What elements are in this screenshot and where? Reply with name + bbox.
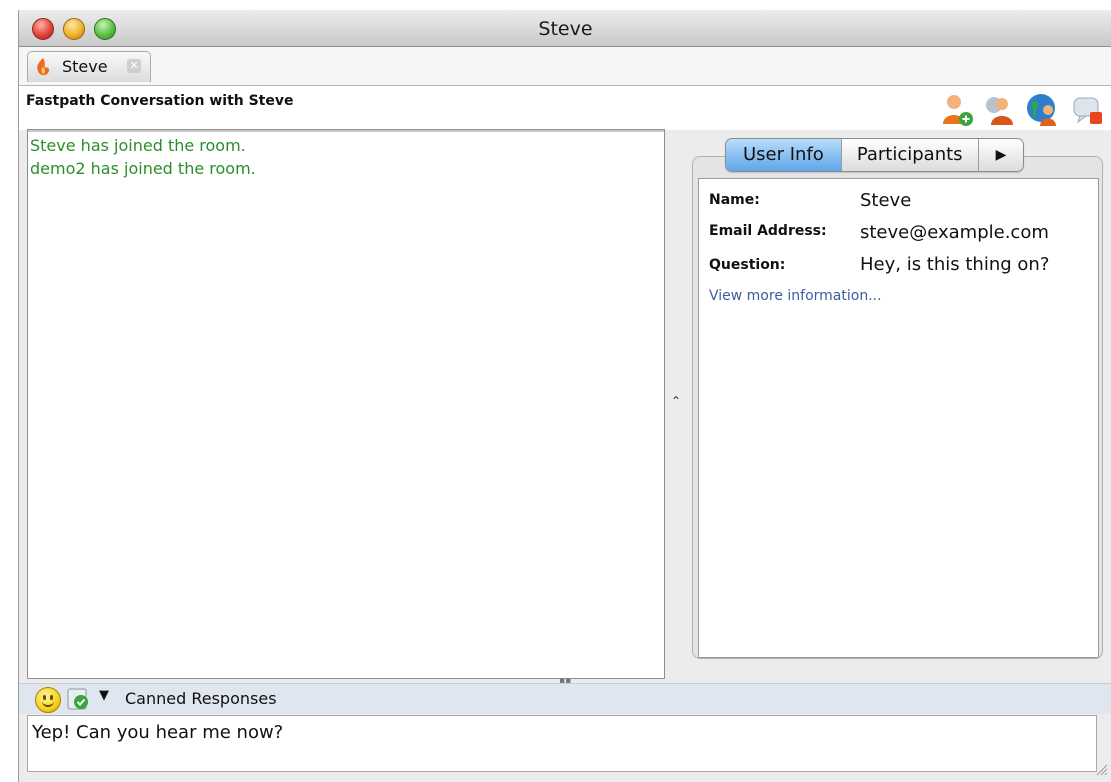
tab-strip: Steve ✕: [19, 47, 1111, 86]
end-chat-icon[interactable]: [1070, 92, 1106, 128]
system-message: Steve has joined the room.: [30, 136, 246, 155]
conversation-header: Fastpath Conversation with Steve: [19, 86, 1111, 130]
info-key: Question:: [709, 257, 786, 273]
conversation-title: Fastpath Conversation with Steve: [26, 93, 294, 109]
right-arrow-icon[interactable]: ▶: [978, 139, 1024, 171]
invite-user-icon[interactable]: [1024, 92, 1060, 128]
close-icon[interactable]: ✕: [127, 59, 141, 73]
smiley-icon[interactable]: [35, 687, 61, 713]
chevron-down-icon[interactable]: ▼: [99, 688, 109, 703]
collapse-arrow-icon[interactable]: ⌃: [671, 394, 681, 408]
info-key: Name:: [709, 192, 760, 208]
window-title: Steve: [538, 18, 593, 40]
flame-icon: [37, 58, 50, 76]
canned-responses-icon[interactable]: [66, 687, 90, 711]
info-value: Steve: [860, 190, 912, 211]
title-bar: Steve: [19, 10, 1111, 47]
info-value: steve@example.com: [860, 222, 1049, 243]
add-user-icon[interactable]: [939, 92, 975, 128]
message-input[interactable]: Yep! Can you hear me now?: [27, 715, 1097, 772]
info-key: Email Address:: [709, 223, 827, 239]
chat-window: Steve Steve ✕ Fastpath Conversation with…: [18, 10, 1111, 782]
tab-steve[interactable]: Steve ✕: [27, 51, 151, 82]
transfer-user-icon[interactable]: [981, 92, 1017, 128]
canned-responses-label[interactable]: Canned Responses: [125, 689, 277, 708]
side-panel-tabs: User Info Participants ▶: [725, 138, 1025, 172]
resize-grip-icon[interactable]: [1094, 762, 1108, 776]
view-more-info-link[interactable]: View more information...: [709, 288, 882, 304]
system-message: demo2 has joined the room.: [30, 159, 256, 178]
compose-toolbar: ▼ Canned Responses: [19, 683, 1111, 714]
chat-transcript[interactable]: Steve has joined the room. demo2 has joi…: [27, 129, 665, 679]
tab-user-info[interactable]: User Info: [726, 139, 842, 171]
user-info-pane: [698, 178, 1099, 658]
info-value: Hey, is this thing on?: [860, 254, 1050, 275]
tab-label: Steve: [62, 57, 108, 76]
tab-participants[interactable]: Participants: [841, 139, 979, 171]
